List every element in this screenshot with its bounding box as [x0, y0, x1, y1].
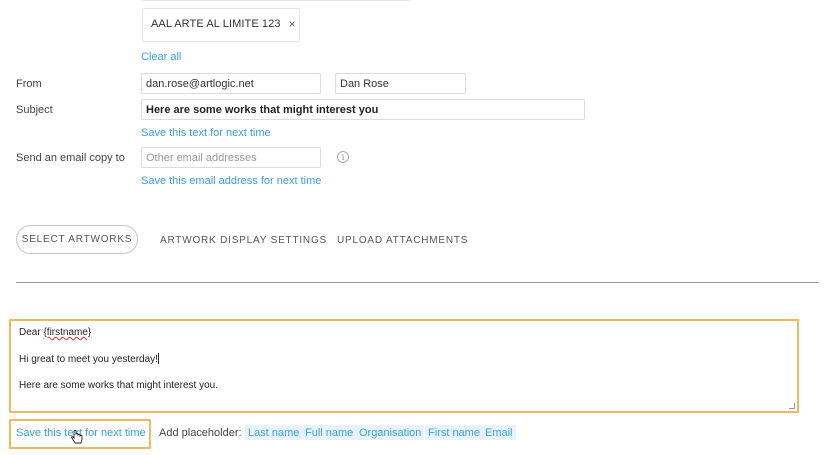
message-editor[interactable]: Dear {firstname} Hi great to meet you ye…	[9, 319, 799, 413]
section-divider	[16, 282, 819, 283]
tab-artwork-display-settings[interactable]: ARTWORK DISPLAY SETTINGS	[160, 233, 327, 247]
email-copy-label: Send an email copy to	[16, 152, 125, 164]
subject-label: Subject	[16, 104, 53, 116]
greeting-text: Dear	[19, 327, 44, 338]
resize-handle-icon[interactable]	[789, 403, 795, 409]
placeholder-organisation[interactable]: Organisation	[356, 425, 425, 440]
text-caret	[157, 353, 159, 364]
placeholder-last-name[interactable]: Last name	[245, 425, 303, 440]
editor-line-2: Hi great to meet you yesterday!	[19, 353, 159, 365]
clear-all-link[interactable]: Clear all	[141, 51, 181, 63]
recipient-chip: AAL ARTE AL LIMITE 123 ×	[151, 16, 296, 32]
editor-line-3: Here are some works that might interest …	[19, 380, 218, 391]
hand-cursor-icon	[71, 430, 83, 444]
placeholder-full-name[interactable]: Full name	[302, 425, 357, 440]
close-icon[interactable]: ×	[289, 17, 296, 31]
placeholder-email[interactable]: Email	[482, 425, 516, 440]
subject-input[interactable]: Here are some works that might interest …	[141, 99, 585, 120]
save-email-link[interactable]: Save this email address for next time	[141, 175, 321, 187]
top-edge-line	[142, 0, 410, 1]
editor-line-greeting: Dear {firstname}	[19, 327, 91, 338]
add-placeholder-label: Add placeholder:	[159, 427, 242, 439]
save-subject-link[interactable]: Save this text for next time	[141, 127, 271, 139]
from-label: From	[16, 78, 42, 90]
email-copy-input[interactable]: Other email addresses	[141, 147, 321, 168]
info-icon[interactable]: i	[337, 151, 349, 163]
recipient-chip-label: AAL ARTE AL LIMITE 123	[151, 18, 281, 30]
tab-upload-attachments[interactable]: UPLOAD ATTACHMENTS	[337, 233, 468, 247]
placeholder-first-name[interactable]: First name	[425, 425, 483, 440]
editor-line-2-text: Hi great to meet you yesterday!	[19, 354, 158, 365]
firstname-placeholder-token: {firstname}	[43, 327, 92, 338]
from-name-field[interactable]: Dan Rose	[335, 73, 466, 94]
tab-select-artworks[interactable]: SELECT ARTWORKS	[16, 225, 138, 254]
from-email-field[interactable]: dan.rose@artlogic.net	[141, 73, 321, 94]
